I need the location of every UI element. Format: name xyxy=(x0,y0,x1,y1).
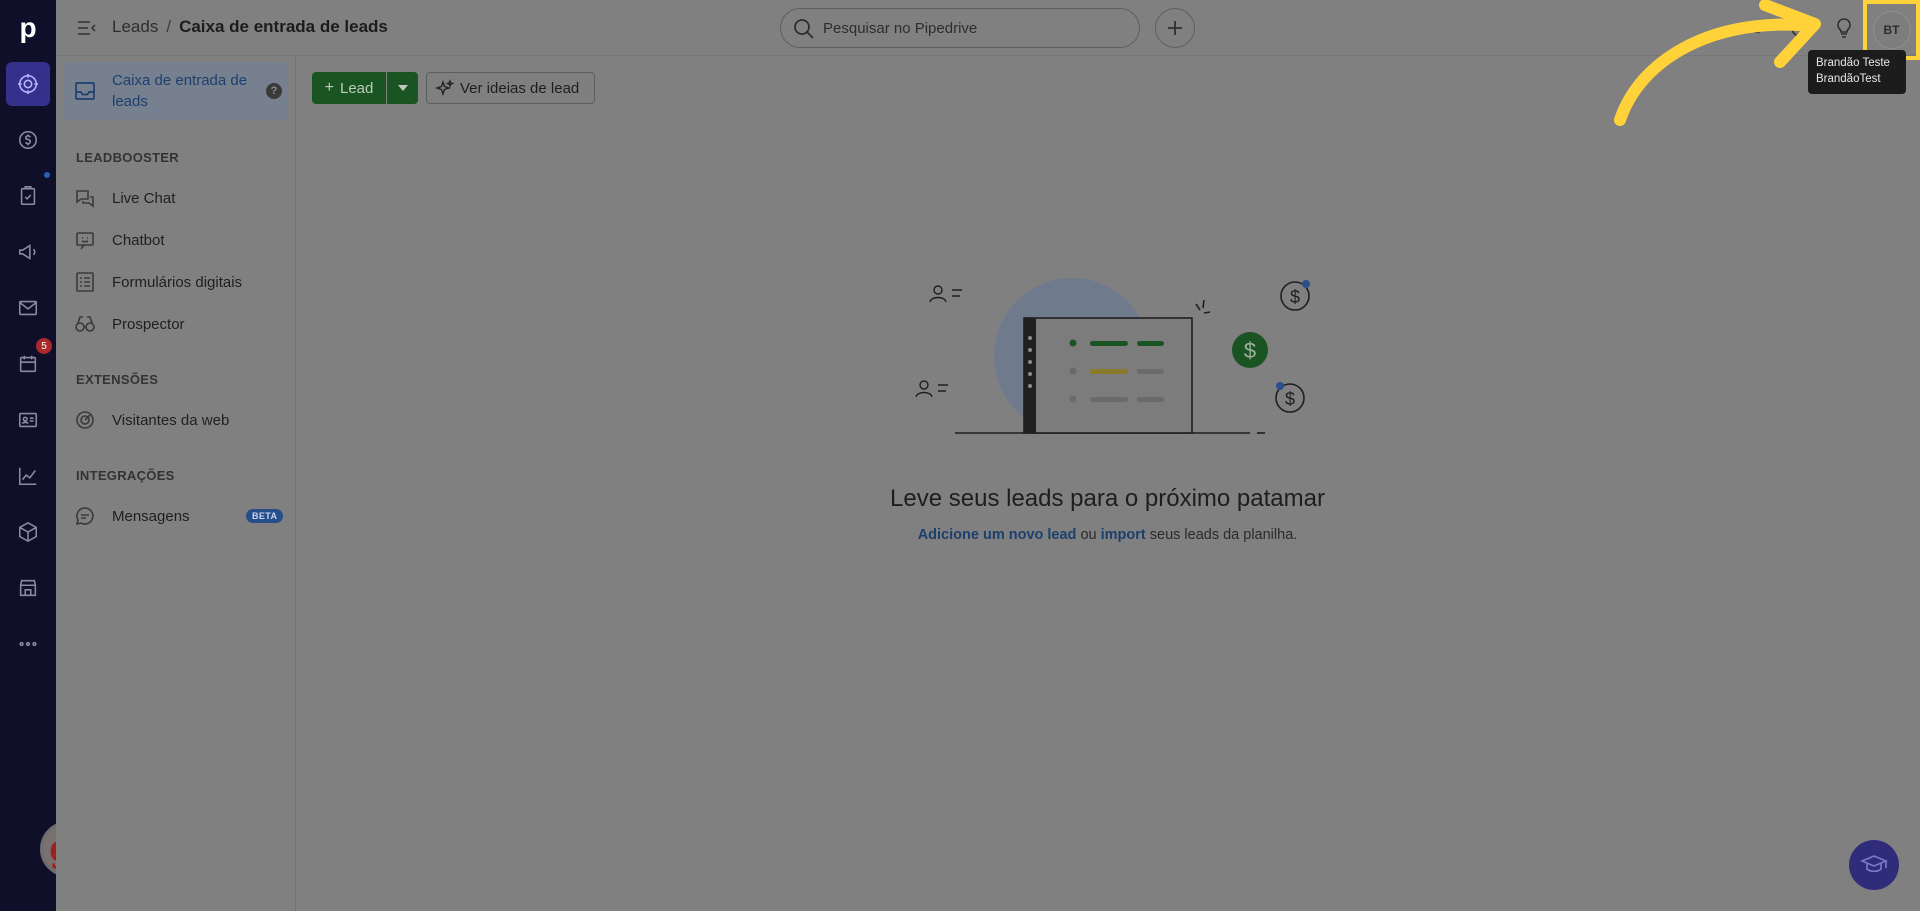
app-rail: p 5 g. 10 xyxy=(0,0,97,911)
import-link[interactable]: import xyxy=(1101,527,1146,543)
quick-add-button[interactable] xyxy=(1155,8,1195,48)
form-list-icon xyxy=(76,272,94,292)
plus-icon xyxy=(1168,21,1182,35)
add-new-lead-link[interactable]: Adicione um novo lead xyxy=(918,527,1077,543)
sidebar-item-label: Prospector xyxy=(112,315,185,333)
radar-icon xyxy=(76,411,94,429)
rail-activities-icon[interactable] xyxy=(6,174,50,218)
sidebar-item-label: Live Chat xyxy=(112,189,176,207)
sidebar-item-messages[interactable]: Mensagens BETA xyxy=(64,498,288,534)
sidebar-item-web-visitors[interactable]: Visitantes da web xyxy=(64,402,288,438)
svg-text:$: $ xyxy=(1285,389,1295,409)
rail-products-icon[interactable] xyxy=(6,510,50,554)
inbox-icon[interactable] xyxy=(1745,16,1769,40)
breadcrumb: Leads / Caixa de entrada de leads xyxy=(112,17,388,37)
rail-marketplace-icon[interactable] xyxy=(6,566,50,610)
rail-leads-icon[interactable] xyxy=(6,62,50,106)
help-circle-icon[interactable] xyxy=(1788,16,1812,40)
sidebar-item-chatbot[interactable]: Chatbot xyxy=(64,222,288,258)
message-bubble-icon xyxy=(75,507,94,526)
search-box[interactable] xyxy=(780,8,1140,48)
rail-campaigns-icon[interactable] xyxy=(6,230,50,274)
sidebar-item-forms[interactable]: Formulários digitais xyxy=(64,264,288,300)
tooltip-company: BrandãoTest xyxy=(1816,73,1881,85)
chatbot-icon xyxy=(76,232,94,250)
sidebar-item-live-chat[interactable]: Live Chat xyxy=(64,180,288,216)
breadcrumb-separator: / xyxy=(166,17,172,36)
lightbulb-icon[interactable] xyxy=(1832,16,1856,40)
empty-state-subtitle: Adicione um novo lead ou import seus lea… xyxy=(700,527,1515,543)
help-icon[interactable]: ? xyxy=(266,83,282,99)
section-header-integrations: INTEGRAÇÕES xyxy=(76,468,175,483)
avatar-tooltip: Brandão Teste BrandãoTest xyxy=(1808,50,1906,94)
empty-state-illustration: $ $ $ xyxy=(915,278,1310,434)
rail-more-icon[interactable] xyxy=(6,622,50,666)
section-header-leadbooster: LEADBOOSTER xyxy=(76,150,179,165)
rail-mail-icon[interactable] xyxy=(6,286,50,330)
rail-contacts-icon[interactable] xyxy=(6,398,50,442)
graduation-cap-icon xyxy=(1860,855,1888,873)
calendar-badge: 5 xyxy=(36,338,52,354)
academy-button[interactable] xyxy=(1849,840,1899,890)
sidebar-item-label: Chatbot xyxy=(112,231,165,249)
rail-deals-icon[interactable] xyxy=(6,118,50,162)
connector-text: ou xyxy=(1080,527,1097,543)
sidebar-item-label: Caixa de entrada de leads xyxy=(112,72,248,110)
empty-state-title: Leve seus leads para o próximo patamar xyxy=(890,485,1325,512)
section-header-extensions: EXTENSÕES xyxy=(76,372,159,387)
top-bar: Leads / Caixa de entrada de leads xyxy=(56,0,1920,56)
tooltip-name: Brandão Teste xyxy=(1816,57,1890,69)
sidebar-item-label: Visitantes da web xyxy=(112,411,230,429)
beta-badge: BETA xyxy=(246,509,284,523)
add-lead-dropdown-button[interactable] xyxy=(387,72,418,104)
binoculars-icon xyxy=(75,316,95,332)
svg-text:$: $ xyxy=(1244,338,1256,363)
search-icon xyxy=(794,19,814,39)
sidebar-item-label: Mensagens xyxy=(112,507,190,525)
svg-text:$: $ xyxy=(1290,287,1300,307)
lead-ideas-label: Ver ideias de lead xyxy=(460,79,580,97)
pipedrive-logo[interactable]: p xyxy=(0,8,56,48)
chat-bubbles-icon xyxy=(76,190,94,208)
suffix-text: seus leads da planilha. xyxy=(1149,527,1298,543)
menu-toggle-icon[interactable] xyxy=(76,17,98,39)
leads-sidebar: Caixa de entrada de leads ? LEADBOOSTER … xyxy=(56,56,296,911)
notification-dot xyxy=(44,172,50,178)
sparkle-icon xyxy=(435,79,455,97)
lead-ideas-button[interactable]: Ver ideias de lead xyxy=(426,72,595,104)
sidebar-item-label: Formulários digitais xyxy=(112,273,243,291)
add-lead-button[interactable]: + Lead xyxy=(312,72,386,104)
search-input[interactable] xyxy=(823,19,1123,37)
breadcrumb-root[interactable]: Leads xyxy=(112,17,158,37)
sidebar-item-prospector[interactable]: Prospector xyxy=(64,306,288,342)
avatar[interactable]: BT xyxy=(1872,11,1911,49)
page-title: Caixa de entrada de leads xyxy=(179,17,388,36)
plus-icon: + xyxy=(324,79,334,96)
sidebar-item-inbox[interactable]: Caixa de entrada de leads ? xyxy=(64,62,288,120)
add-lead-label: Lead xyxy=(339,79,374,97)
rail-insights-icon[interactable] xyxy=(6,454,50,498)
caret-down-icon xyxy=(397,85,408,91)
inbox-tray-icon xyxy=(75,82,95,100)
